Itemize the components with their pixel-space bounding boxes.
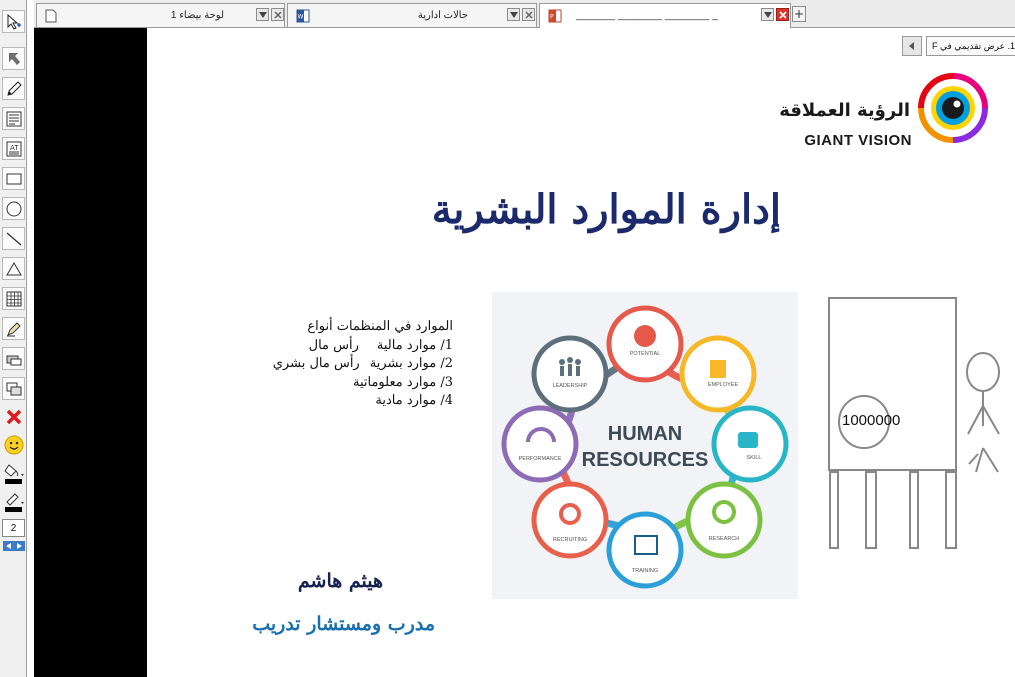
close-icon (524, 10, 533, 19)
page-icon (45, 9, 57, 23)
board-number: 1000000 (842, 412, 901, 429)
text-box-icon[interactable] (2, 107, 25, 130)
tab-bar: لوحة بيضاء 1 W حالات ادارية P _______ __… (34, 0, 1015, 28)
tab-menu-button[interactable] (761, 8, 774, 21)
page-nav-arrows[interactable] (2, 541, 25, 551)
list-item: 1/ موارد ماليةرأس مال (308, 337, 453, 353)
giant-vision-logo: الرؤية العملاقة GIANT VISION (779, 67, 998, 159)
human-resources-graphic: POTENTIAL EMPLOYEE SKILL RESEARCH TRAINI… (492, 292, 798, 599)
tab-close-button[interactable] (776, 8, 789, 21)
fill-color-icon[interactable] (2, 462, 25, 486)
eraser-icon[interactable] (2, 347, 25, 370)
tab-title: _______ ________ ________ _ (576, 10, 718, 21)
word-document-icon: W (296, 9, 310, 23)
clear-page-icon[interactable] (2, 377, 25, 400)
text-tool-icon[interactable]: AT (2, 137, 25, 160)
chevron-down-icon (763, 11, 772, 18)
node-label-recruiting: RECRUITING (553, 537, 587, 543)
ellipse-icon[interactable] (2, 197, 25, 220)
center-text-human: HUMAN (608, 423, 682, 445)
chevron-down-icon (509, 11, 518, 18)
list-item: 3/ موارد معلوماتية (353, 374, 453, 390)
node-label-training: TRAINING (632, 568, 658, 574)
types-heading: الموارد في المنظمات أنواع (307, 319, 453, 334)
chevron-left-icon (909, 42, 914, 50)
tab-menu-button[interactable] (507, 8, 520, 21)
node-label-performance: PERFORMANCE (519, 456, 562, 462)
chevron-down-icon (258, 11, 267, 18)
tab-presentation[interactable]: P _______ ________ ________ _ (539, 3, 791, 28)
page-number-field[interactable]: 2 (2, 519, 25, 537)
center-text-resources: RESOURCES (582, 449, 709, 471)
author-role: مدرب ومستشار تدريب (252, 613, 435, 635)
logo-english-text: GIANT VISION (804, 132, 912, 149)
previous-slide-button[interactable] (902, 36, 922, 56)
author-name: هيثم هاشم (297, 570, 383, 592)
node-label-employee: EMPLOYEE (708, 382, 739, 388)
close-icon (778, 10, 787, 19)
eye-logo-icon (918, 73, 988, 143)
triangle-icon[interactable] (2, 257, 25, 280)
tab-whiteboard[interactable]: لوحة بيضاء 1 (36, 3, 285, 27)
pointer-arrow-icon[interactable] (2, 47, 25, 70)
tab-close-button[interactable] (271, 8, 284, 21)
svg-text:P: P (550, 14, 554, 21)
slide-selector[interactable]: 1. عرض تقديمي في F (926, 36, 1015, 56)
slide-title: إدارة الموارد البشرية (431, 186, 781, 233)
presentation-icon: P (548, 9, 562, 23)
line-icon[interactable] (2, 227, 25, 250)
list-item: 4/ موارد مادية (375, 393, 453, 408)
hr-wheel-diagram: POTENTIAL EMPLOYEE SKILL RESEARCH TRAINI… (501, 305, 789, 589)
select-tool-icon[interactable] (2, 10, 25, 33)
close-icon (273, 10, 282, 19)
svg-text:AT: AT (10, 144, 19, 152)
black-side-panel (34, 28, 147, 677)
node-label-leadership: LEADERSHIP (553, 383, 588, 389)
slide-navigator: 1. عرض تقديمي في F (902, 35, 1015, 57)
svg-text:W: W (298, 14, 304, 21)
smiley-icon[interactable] (2, 434, 25, 456)
pen-icon[interactable] (2, 77, 25, 100)
table-icon[interactable] (2, 287, 25, 310)
new-tab-button[interactable]: + (792, 6, 806, 22)
smartboard-app: AT 2 لوحة بيضاء 1 W حالات ادارية P _____… (0, 0, 1015, 677)
node-label-skill: SKILL (747, 455, 762, 461)
node-label-research: RESEARCH (709, 536, 740, 542)
tab-title: حالات ادارية (417, 10, 468, 21)
list-item: 2/ موارد بشريةرأس مال بشري (272, 356, 453, 371)
tab-close-button[interactable] (522, 8, 535, 21)
tab-menu-button[interactable] (256, 8, 269, 21)
line-color-icon[interactable] (2, 490, 25, 514)
resource-types-list: الموارد في المنظمات أنواع 1/ موارد مالية… (273, 318, 453, 411)
tab-admin-cases[interactable]: W حالات ادارية (287, 3, 537, 27)
left-toolbar: AT 2 (0, 0, 27, 677)
delete-icon[interactable] (2, 406, 25, 428)
tab-title: لوحة بيضاء 1 (170, 10, 224, 21)
logo-arabic-text: الرؤية العملاقة (779, 100, 910, 121)
rectangle-icon[interactable] (2, 167, 25, 190)
highlighter-icon[interactable] (2, 317, 25, 340)
node-label-potential: POTENTIAL (630, 351, 661, 357)
